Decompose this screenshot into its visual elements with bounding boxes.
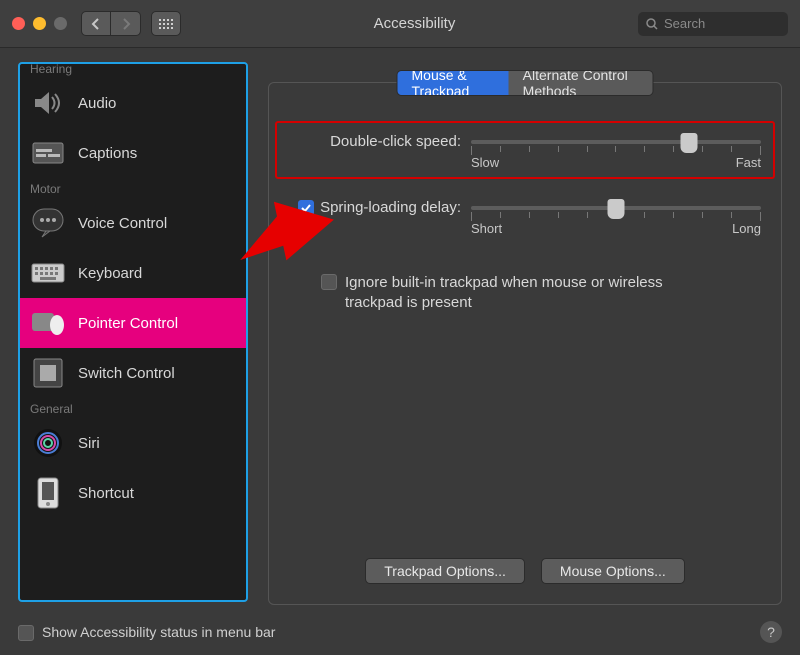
status-menubar-label: Show Accessibility status in menu bar <box>42 624 275 640</box>
minimize-window-button[interactable] <box>33 17 46 30</box>
chevron-left-icon <box>91 18 101 30</box>
sidebar-item-siri[interactable]: Siri <box>20 418 246 468</box>
search-field[interactable]: Search <box>638 12 788 36</box>
tab-mouse-trackpad[interactable]: Mouse & Trackpad <box>398 71 509 95</box>
section-header-general: General <box>20 398 246 418</box>
shortcut-icon <box>30 476 66 510</box>
spring-loading-slider[interactable]: Short Long <box>471 199 761 239</box>
sidebar-item-pointer-control[interactable]: Pointer Control <box>20 298 246 348</box>
sidebar-item-shortcut[interactable]: Shortcut <box>20 468 246 518</box>
settings-group: Double-click speed: Slow Fast <box>268 82 782 605</box>
ignore-trackpad-row: Ignore built-in trackpad when mouse or w… <box>289 273 761 312</box>
show-all-button[interactable] <box>151 11 181 36</box>
window-controls <box>12 17 67 30</box>
mouse-options-button[interactable]: Mouse Options... <box>541 558 685 584</box>
chevron-right-icon <box>121 18 131 30</box>
slider-high-label: Fast <box>736 155 761 170</box>
slider-low-label: Short <box>471 221 502 236</box>
window-title: Accessibility <box>191 15 638 32</box>
sidebar-item-label: Pointer Control <box>78 315 178 332</box>
section-header-motor: Motor <box>20 178 246 198</box>
sidebar-item-label: Audio <box>78 95 116 112</box>
sidebar-item-label: Keyboard <box>78 265 142 282</box>
siri-icon <box>30 426 66 460</box>
ignore-trackpad-label: Ignore built-in trackpad when mouse or w… <box>345 273 685 312</box>
speaker-icon <box>30 86 66 120</box>
nav-buttons <box>81 11 141 36</box>
sidebar-item-label: Shortcut <box>78 485 134 502</box>
double-click-speed-slider[interactable]: Slow Fast <box>471 133 761 173</box>
slider-low-label: Slow <box>471 155 499 170</box>
sidebar-item-switch-control[interactable]: Switch Control <box>20 348 246 398</box>
ignore-trackpad-checkbox[interactable] <box>321 274 337 290</box>
highlight-annotation: Double-click speed: Slow Fast <box>275 121 775 179</box>
settings-panel: Mouse & Trackpad Alternate Control Metho… <box>268 62 782 605</box>
titlebar: Accessibility Search <box>0 0 800 48</box>
close-window-button[interactable] <box>12 17 25 30</box>
pointer-control-icon <box>30 306 66 340</box>
spring-loading-row: Spring-loading delay: Short Long <box>289 199 761 239</box>
keyboard-icon <box>30 256 66 290</box>
check-icon <box>301 203 311 213</box>
search-placeholder: Search <box>664 16 705 31</box>
spring-loading-label: Spring-loading delay: <box>320 199 461 216</box>
sidebar-item-label: Switch Control <box>78 365 175 382</box>
back-button[interactable] <box>81 11 111 36</box>
forward-button[interactable] <box>111 11 141 36</box>
trackpad-options-button[interactable]: Trackpad Options... <box>365 558 525 584</box>
slider-high-label: Long <box>732 221 761 236</box>
content-area: Hearing Audio Captions Motor Voice Contr… <box>18 62 782 605</box>
sidebar-item-label: Captions <box>78 145 137 162</box>
footer: Show Accessibility status in menu bar ? <box>18 621 782 643</box>
accessibility-preferences-window: Accessibility Search Hearing Audio Capti… <box>0 0 800 655</box>
sidebar-item-label: Siri <box>78 435 100 452</box>
sidebar-item-voice-control[interactable]: Voice Control <box>20 198 246 248</box>
help-button[interactable]: ? <box>760 621 782 643</box>
sidebar-item-audio[interactable]: Audio <box>20 78 246 128</box>
switch-control-icon <box>30 356 66 390</box>
status-menubar-checkbox[interactable] <box>18 625 34 641</box>
double-click-speed-label: Double-click speed: <box>289 133 461 150</box>
category-sidebar[interactable]: Hearing Audio Captions Motor Voice Contr… <box>18 62 248 602</box>
sidebar-item-captions[interactable]: Captions <box>20 128 246 178</box>
double-click-speed-row: Double-click speed: Slow Fast <box>289 133 761 173</box>
captions-icon <box>30 136 66 170</box>
grid-icon <box>159 19 173 29</box>
zoom-window-button[interactable] <box>54 17 67 30</box>
search-icon <box>646 18 658 30</box>
spring-loading-checkbox[interactable] <box>298 200 314 216</box>
sidebar-item-label: Voice Control <box>78 215 167 232</box>
sidebar-item-keyboard[interactable]: Keyboard <box>20 248 246 298</box>
tab-bar: Mouse & Trackpad Alternate Control Metho… <box>397 70 654 96</box>
voice-control-icon <box>30 206 66 240</box>
options-button-row: Trackpad Options... Mouse Options... <box>269 558 781 584</box>
section-header-hearing: Hearing <box>20 62 246 78</box>
tab-alternate-methods[interactable]: Alternate Control Methods <box>509 71 653 95</box>
